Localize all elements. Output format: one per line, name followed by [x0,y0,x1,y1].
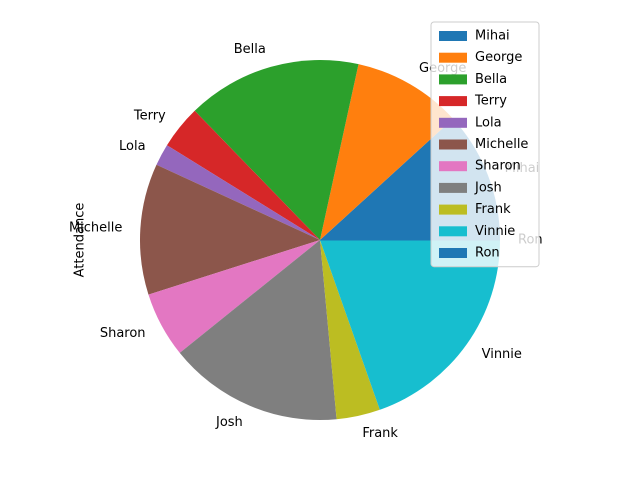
legend-label-michelle: Michelle [475,137,528,152]
legend-swatch-george [439,52,467,63]
legend-swatch-terry [439,96,467,107]
legend-swatch-josh [439,182,467,193]
pie-chart: Mihai George Bella Terry Lola Michelle Sharon J… [69,21,543,441]
legend-label-mihai: Mihai [475,29,510,44]
legend-swatch-frank [439,204,467,215]
slice-label-josh: Josh [215,415,243,430]
legend: Mihai George Bella Terry Lola Michelle Sharon J… [430,21,540,268]
legend-label-frank: Frank [475,202,511,217]
legend-label-terry: Terry [474,94,507,109]
legend-label-george: George [475,50,522,65]
slice-label-terry: Terry [133,108,166,123]
slice-label-frank: Frank [362,426,398,441]
legend-label-josh: Josh [474,180,502,195]
legend-swatch-michelle [439,139,467,150]
legend-swatch-mihai [439,31,467,41]
legend-label-sharon: Sharon [475,159,521,174]
slice-label-vinnie: Vinnie [482,347,522,362]
legend-label-lola: Lola [475,115,502,130]
legend-label-vinnie: Vinnie [475,224,515,239]
y-axis-label: Attendance [73,203,88,278]
legend-swatch-ron [439,248,467,258]
legend-swatch-sharon [439,161,467,172]
legend-label-bella: Bella [475,72,507,87]
legend-swatch-vinnie [439,226,467,237]
slice-label-lola: Lola [119,139,146,154]
slice-label-sharon: Sharon [100,326,146,341]
legend-swatch-lola [439,117,467,128]
legend-swatch-bella [439,74,467,85]
slice-label-bella: Bella [234,42,266,57]
legend-label-ron: Ron [475,246,500,261]
